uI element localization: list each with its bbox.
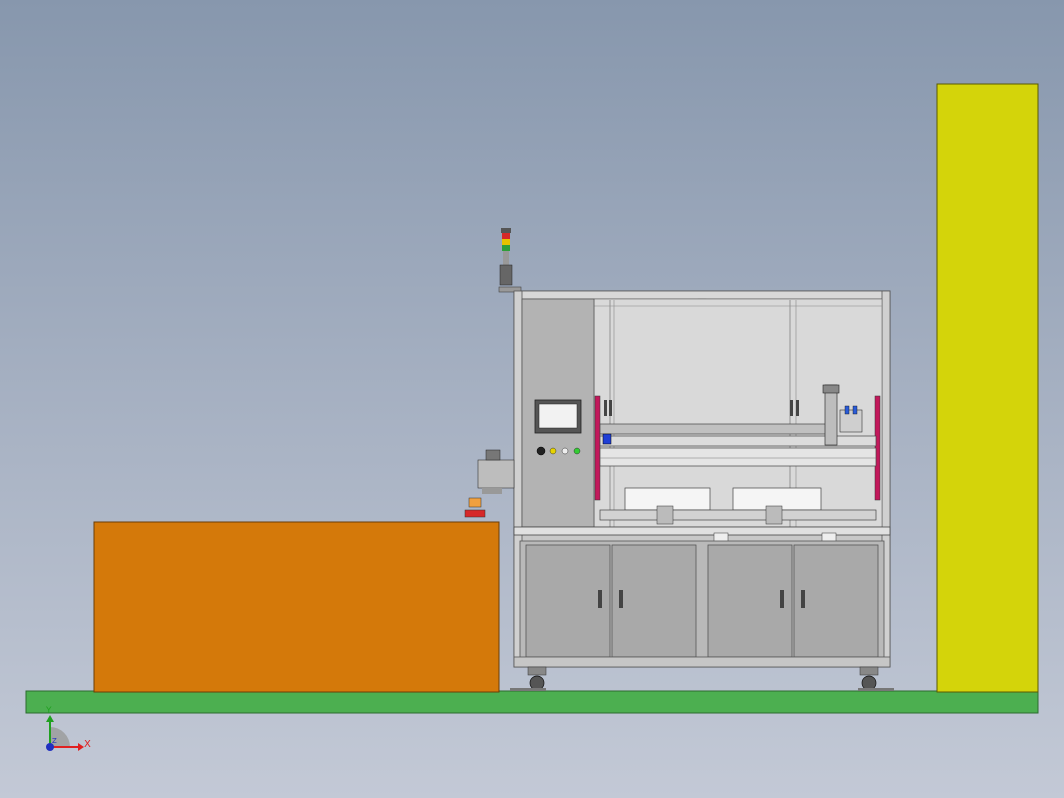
right-pillar[interactable] [936, 83, 1039, 693]
z-axis-label: Z [52, 737, 57, 745]
left-block[interactable] [93, 521, 500, 693]
pick-head-sensor [844, 405, 850, 415]
gantry-crossbar [599, 447, 877, 467]
door-handle-2[interactable] [619, 590, 623, 608]
y-axis-arrow [46, 715, 54, 722]
door-handle-1[interactable] [598, 590, 602, 608]
y-axis-label: Y [45, 706, 52, 716]
cabinet-door-2[interactable] [611, 544, 697, 658]
top-beam [513, 290, 891, 300]
pick-head-cylinder [839, 409, 863, 433]
cabinet-door-3[interactable] [707, 544, 793, 658]
white-button[interactable] [561, 447, 569, 455]
hmi-screen[interactable] [538, 403, 578, 429]
pick-head-column [824, 384, 838, 446]
side-scanner [464, 449, 515, 518]
cabinet-base [513, 656, 891, 668]
pick-head-sensor-2 [852, 405, 858, 415]
cad-viewport[interactable]: X Y Z [0, 0, 1064, 798]
signal-tower [499, 228, 513, 286]
machine-assembly[interactable] [464, 228, 894, 691]
cad-scene: X Y Z [25, 83, 1039, 751]
caster-left [510, 666, 547, 691]
floor-plate[interactable] [25, 690, 1039, 714]
cabinet-door-4[interactable] [793, 544, 879, 658]
caster-right [858, 666, 894, 691]
yellow-button[interactable] [549, 447, 557, 455]
door-handle-4[interactable] [801, 590, 805, 608]
pick-head-top [822, 384, 840, 394]
x-axis-label: X [84, 739, 91, 750]
gantry-beam [599, 423, 827, 435]
emergency-stop-button[interactable] [536, 446, 546, 456]
blue-motor [602, 433, 612, 445]
cabinet-door-1[interactable] [525, 544, 611, 658]
work-surface [599, 509, 877, 521]
light-curtain-left [594, 395, 601, 501]
green-button[interactable] [573, 447, 581, 455]
door-handle-3[interactable] [780, 590, 784, 608]
